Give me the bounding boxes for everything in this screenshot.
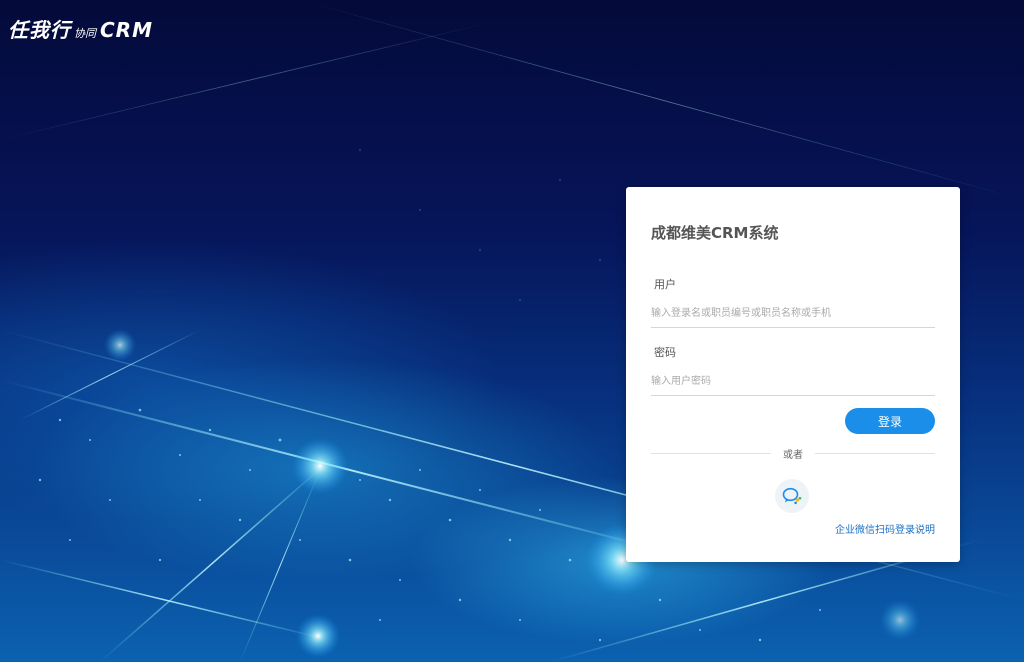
logo-main-text: 任我行 bbox=[8, 18, 71, 42]
wechat-work-icon bbox=[782, 487, 802, 505]
or-divider: 或者 bbox=[651, 446, 935, 461]
logo-crm-text: CRM bbox=[100, 18, 153, 42]
divider-line-right bbox=[815, 453, 935, 454]
brand-logo: 任我行 协同 CRM bbox=[8, 14, 153, 44]
password-input[interactable] bbox=[651, 367, 935, 396]
wechat-work-login-button[interactable] bbox=[775, 479, 809, 513]
username-input[interactable] bbox=[651, 299, 935, 328]
password-label: 密码 bbox=[654, 346, 676, 359]
system-title: 成都维美CRM系统 bbox=[651, 224, 779, 242]
logo-sub-text: 协同 bbox=[74, 27, 96, 40]
wechat-login-help-link[interactable]: 企业微信扫码登录说明 bbox=[835, 521, 935, 536]
user-label: 用户 bbox=[654, 278, 676, 291]
login-button[interactable]: 登录 bbox=[845, 408, 935, 434]
login-card: 成都维美CRM系统 用户 密码 登录 或者 企业微信扫码登录说明 bbox=[626, 187, 960, 562]
